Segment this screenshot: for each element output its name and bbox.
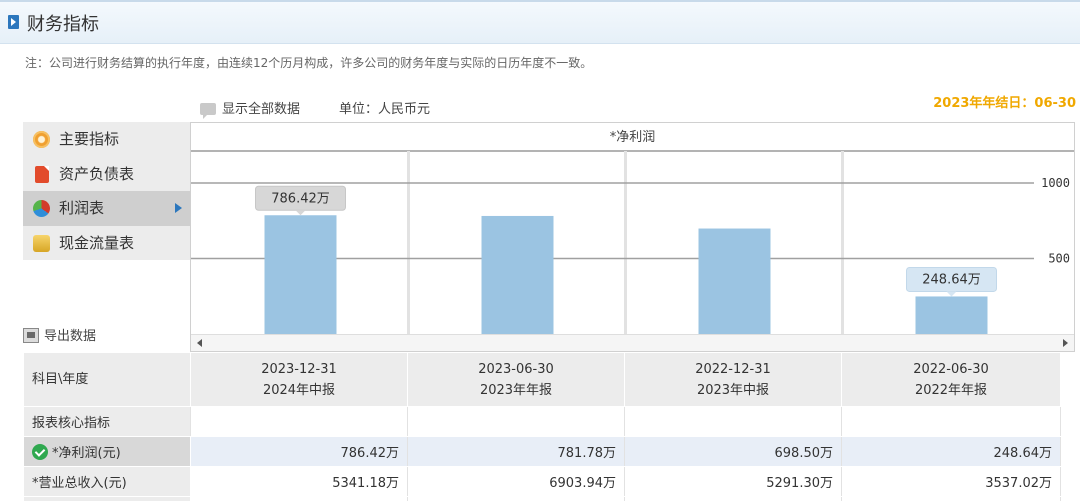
column-report: 2022年年报 [914,382,988,398]
row-label [23,496,191,501]
document-icon [35,165,49,183]
column-date: 2022-12-31 [695,361,771,377]
menu-item-main-indicators[interactable]: 主要指标 [23,122,190,157]
value-cell: 3537.02万 [841,466,1061,497]
export-icon [23,328,39,343]
data-label-pointer [946,291,957,297]
menu-item-income-statement[interactable]: 利润表 [23,191,190,226]
table-row-net-profit[interactable]: *净利润(元) 786.42万 781.78万 698.50万 248.64万 [23,436,1061,467]
column-header[interactable]: 2023-12-31 2024年中报 [190,352,408,407]
value-cell: 5341.18万 [190,466,408,497]
menu-item-balance-sheet[interactable]: 资产负债表 [23,157,190,192]
statement-menu: 主要指标 资产负债表 利润表 现金流量表 [23,122,190,260]
table-row-partial [23,496,1061,501]
menu-item-cash-flow[interactable]: 现金流量表 [23,226,190,261]
bar [698,228,771,334]
row-label: *净利润(元) [23,436,191,467]
unit-label: 单位：人民币元 [339,102,431,117]
data-label-pointer [295,210,306,216]
column-report: 2023年中报 [696,382,770,398]
menu-item-label: 主要指标 [59,130,120,148]
export-data-button[interactable]: 导出数据 [23,325,96,344]
empty-cell [190,406,408,437]
section-row: 报表核心指标 [23,406,1061,437]
menu-item-label: 利润表 [59,199,105,217]
income-statement-table: 科目\年度 2023-12-31 2024年中报 2023-06-30 2023年年… [23,352,1061,501]
bar [481,215,554,334]
value-cell [407,496,625,501]
section-header: 财务指标 [0,0,1080,44]
pie-chart-icon [33,200,50,217]
table-row-total-revenue[interactable]: *营业总收入(元) 5341.18万 6903.94万 5291.30万 353… [23,466,1061,497]
value-cell [190,496,408,501]
column-report: 2024年中报 [262,382,336,398]
fiscal-note: 注：公司进行财务结算的执行年度，由连续12个历月构成，许多公司的财务年度与实际的… [25,56,593,70]
active-arrow-icon [175,203,182,213]
empty-cell [841,406,1061,437]
bar [264,215,337,334]
coins-icon [33,234,50,252]
chart-canvas: *净利润 500 1000 786.42万 248.64万 [191,130,1074,334]
value-cell: 6903.94万 [407,466,625,497]
empty-cell [624,406,842,437]
export-label: 导出数据 [44,329,97,344]
empty-cell [407,406,625,437]
section-title: 财务指标 [27,14,99,35]
column-header[interactable]: 2022-06-30 2022年年报 [841,352,1061,407]
chart-horizontal-scrollbar[interactable] [191,334,1074,351]
data-label: 248.64万 [922,272,981,287]
menu-item-label: 资产负债表 [59,164,135,183]
value-cell: 248.64万 [841,436,1061,467]
column-date: 2022-06-30 [913,361,989,377]
check-circle-icon[interactable] [32,444,48,460]
column-header[interactable]: 2023-06-30 2023年年报 [407,352,625,407]
column-report: 2023年年报 [479,382,553,398]
value-cell [841,496,1061,501]
show-all-label: 显示全部数据 [222,102,301,117]
table-header-row: 科目\年度 2023-12-31 2024年中报 2023-06-30 2023年年… [23,352,1061,407]
value-cell [624,496,842,501]
section-marker-icon [8,15,19,29]
column-date: 2023-06-30 [478,361,554,377]
header-label: 科目\年度 [23,352,191,407]
value-cell: 5291.30万 [624,466,842,497]
scroll-right-icon[interactable] [1063,339,1068,347]
value-cell: 786.42万 [190,436,408,467]
y-tick-label: 1000 [1041,176,1070,190]
fiscal-year-end: 2023年年结日：06-30 [933,96,1076,111]
value-cell: 781.78万 [407,436,625,467]
scroll-left-icon[interactable] [197,339,202,347]
menu-item-label: 现金流量表 [59,233,135,252]
bar [915,296,988,334]
comment-checkbox-icon [200,103,216,119]
show-all-data-toggle[interactable]: 显示全部数据 [200,98,301,119]
chart-title: *净利润 [610,130,656,145]
y-tick-label: 500 [1048,252,1070,266]
section-label: 报表核心指标 [23,406,191,437]
column-header[interactable]: 2022-12-31 2023年中报 [624,352,842,407]
column-date: 2023-12-31 [261,361,337,377]
data-label: 786.42万 [271,191,330,206]
gear-icon [33,131,50,148]
row-label-text: *净利润(元) [52,446,121,461]
value-cell: 698.50万 [624,436,842,467]
net-profit-chart: *净利润 500 1000 786.42万 248.64万 [190,122,1075,352]
row-label: *营业总收入(元) [23,466,191,497]
